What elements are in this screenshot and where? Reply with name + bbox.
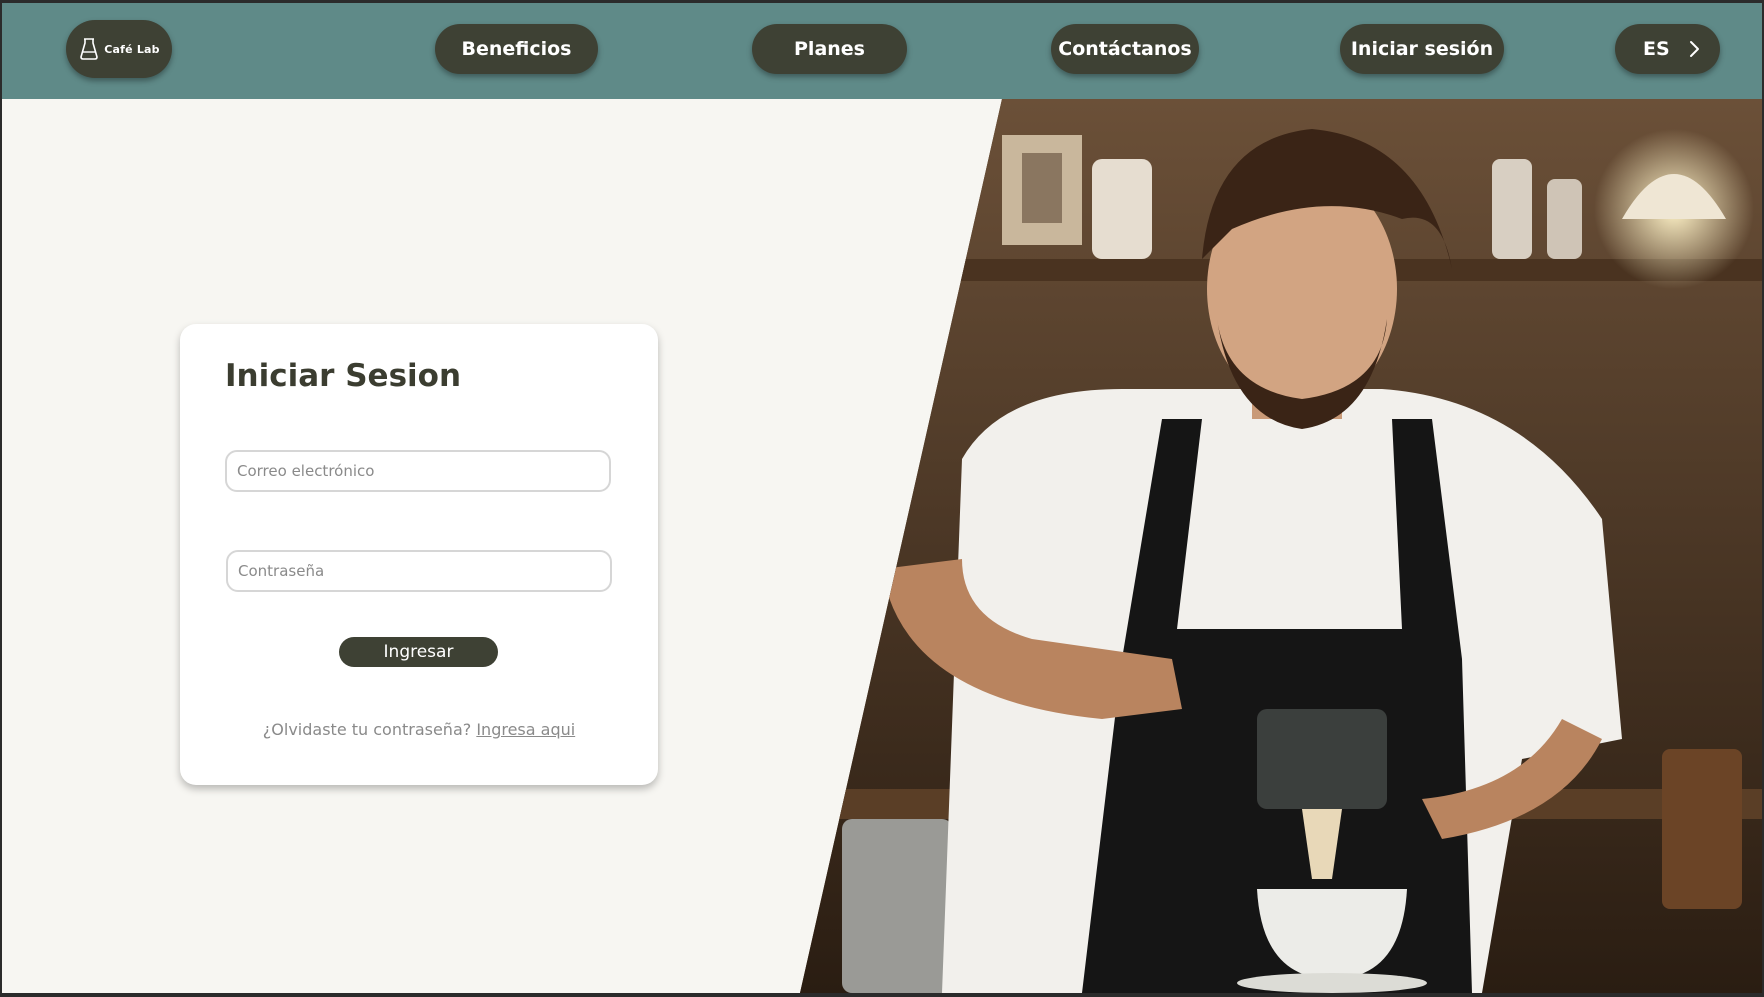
forgot-password-link[interactable]: Ingresa aqui [476, 720, 575, 739]
logo-button[interactable]: Café Lab [66, 20, 172, 78]
chevron-right-icon [1688, 40, 1700, 63]
nav-planes-button[interactable]: Planes [752, 24, 907, 74]
login-submit-button[interactable]: Ingresar [339, 637, 498, 667]
nav-beneficios-button[interactable]: Beneficios [435, 24, 598, 74]
nav-login-label: Iniciar sesión [1350, 38, 1494, 60]
language-label: ES [1643, 38, 1670, 60]
forgot-password-row: ¿Olvidaste tu contraseña? Ingresa aqui [180, 720, 658, 739]
login-card: Iniciar Sesion Ingresar ¿Olvidaste tu co… [180, 324, 658, 785]
login-title: Iniciar Sesion [225, 358, 462, 394]
page: Café Lab Beneficios Planes Contáctanos I… [2, 3, 1762, 993]
nav-contactanos-button[interactable]: Contáctanos [1051, 24, 1199, 74]
password-field[interactable] [226, 550, 612, 592]
top-nav-bar: Café Lab Beneficios Planes Contáctanos I… [2, 3, 1762, 99]
nav-planes-label: Planes [794, 38, 865, 60]
forgot-password-text: ¿Olvidaste tu contraseña? [262, 720, 477, 739]
logo-label: Café Lab [104, 42, 160, 56]
email-field[interactable] [225, 450, 611, 492]
nav-login-button[interactable]: Iniciar sesión [1340, 24, 1504, 74]
language-selector-button[interactable]: ES [1615, 24, 1720, 74]
nav-contactanos-label: Contáctanos [1058, 38, 1192, 60]
coffee-maker-icon [78, 37, 100, 61]
nav-beneficios-label: Beneficios [461, 38, 572, 60]
